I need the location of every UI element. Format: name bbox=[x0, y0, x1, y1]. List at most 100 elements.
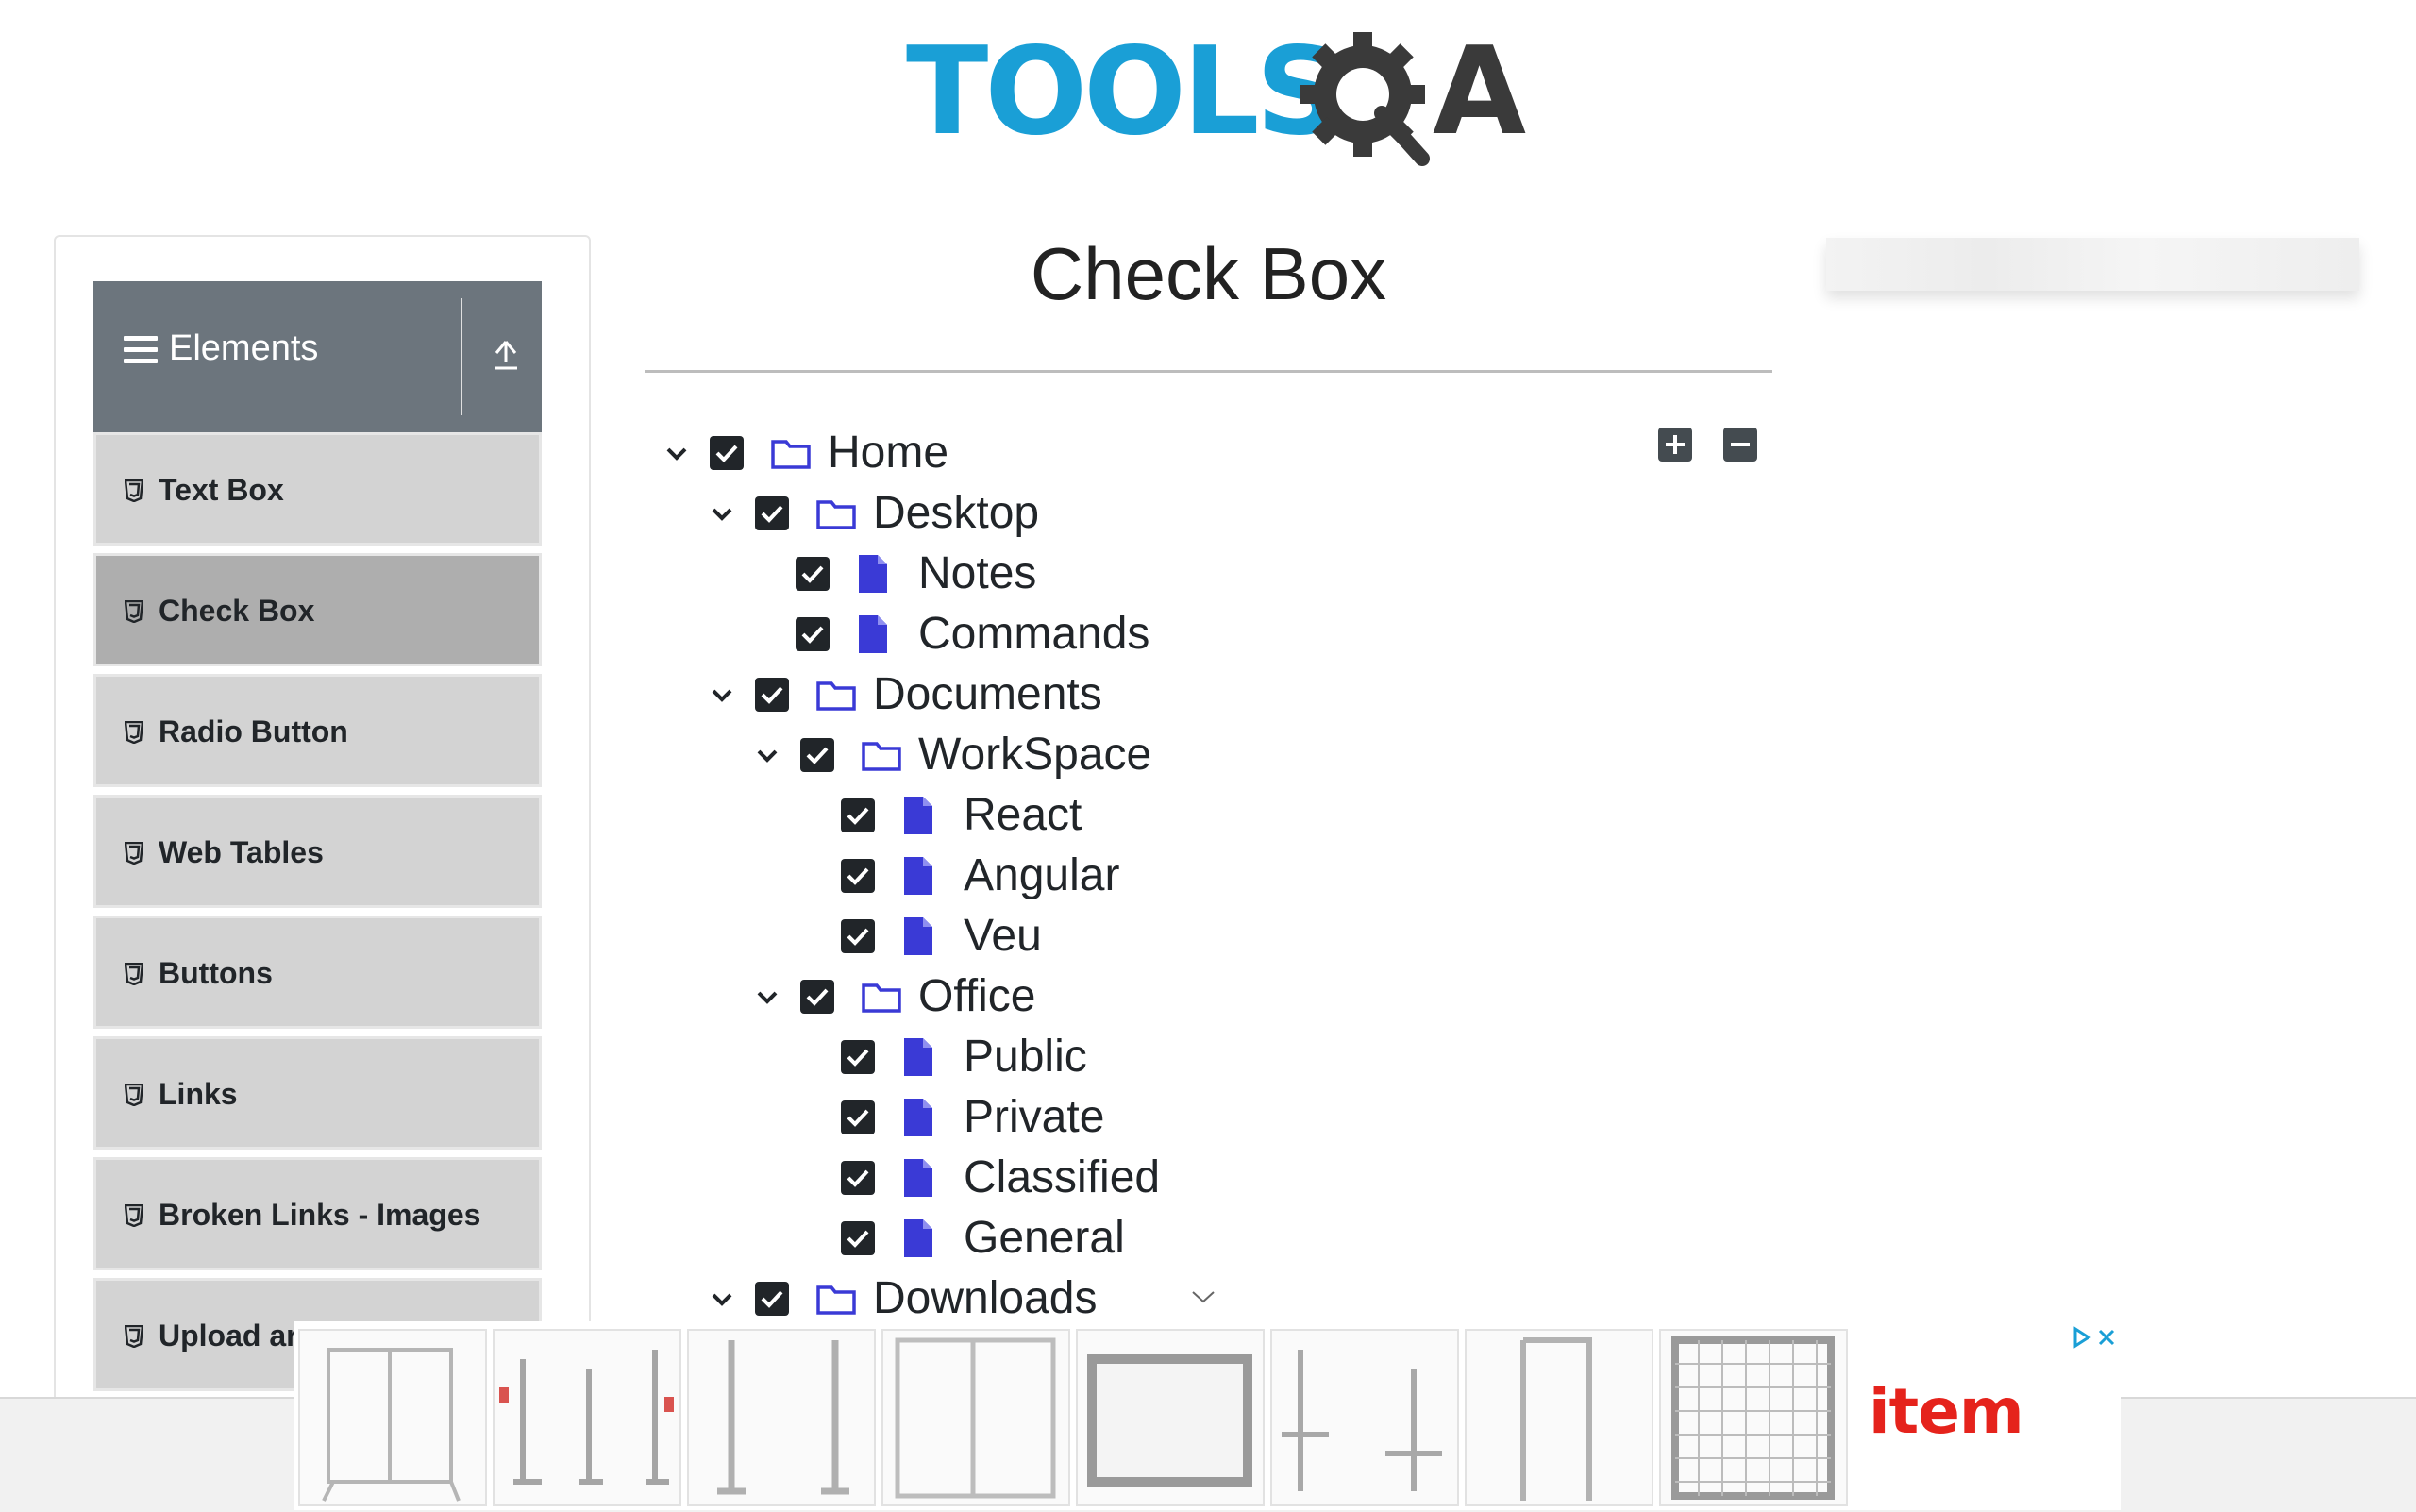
check-icon bbox=[801, 565, 824, 583]
elements-group-header[interactable]: Elements bbox=[93, 281, 542, 432]
sidebar-item-label: Upload ar bbox=[159, 1319, 298, 1352]
minus-icon bbox=[1731, 443, 1750, 446]
chevron-down-icon[interactable] bbox=[753, 983, 781, 1012]
sidebar-item-label: Buttons bbox=[159, 956, 273, 990]
page-title: Check Box bbox=[1030, 232, 1387, 315]
checkbox-checked[interactable] bbox=[755, 496, 789, 530]
tree-node-label: Documents bbox=[873, 669, 1102, 719]
check-icon bbox=[847, 1049, 869, 1067]
tree-node-label: Home bbox=[828, 428, 949, 478]
chevron-down-icon[interactable] bbox=[753, 742, 781, 770]
checkbox-checked[interactable] bbox=[800, 738, 834, 772]
ad-product-image[interactable] bbox=[1270, 1329, 1459, 1506]
plus-icon bbox=[1666, 435, 1685, 454]
product-stand-icon bbox=[499, 1350, 674, 1485]
folder-icon bbox=[816, 500, 856, 529]
check-icon bbox=[847, 1109, 869, 1127]
sidebar-item-label: Web Tables bbox=[159, 835, 324, 869]
checkbox-checked[interactable] bbox=[841, 798, 875, 832]
product-mesh-panel-icon bbox=[1671, 1336, 1835, 1500]
file-icon bbox=[904, 917, 932, 955]
chevron-down-icon[interactable] bbox=[663, 440, 691, 468]
check-icon bbox=[847, 867, 869, 885]
product-frame-icon bbox=[1087, 1354, 1252, 1487]
ad-product-image[interactable] bbox=[881, 1329, 1070, 1506]
sidebar-item-radio-button[interactable]: Radio Button bbox=[93, 674, 542, 787]
collapse-arrow-icon[interactable] bbox=[492, 336, 520, 374]
sidebar-item-label: Check Box bbox=[159, 594, 315, 628]
product-workstation-icon bbox=[1282, 1350, 1442, 1491]
file-icon bbox=[904, 1099, 932, 1136]
sidebar-item-links[interactable]: Links bbox=[93, 1036, 542, 1150]
check-icon bbox=[806, 747, 829, 764]
folder-icon bbox=[816, 1285, 856, 1315]
product-grid-panel-icon bbox=[895, 1337, 1056, 1499]
sidebar-item-buttons[interactable]: Buttons bbox=[93, 916, 542, 1029]
checkbox-checked[interactable] bbox=[841, 859, 875, 893]
scroll-down-chevron-icon[interactable] bbox=[1191, 1289, 1216, 1304]
product-glass-panel-icon bbox=[322, 1348, 461, 1502]
ad-banner-top[interactable] bbox=[1826, 238, 2359, 291]
logo-text: TOOLS bbox=[906, 22, 1343, 162]
sidebar-item-text-box[interactable]: Text Box bbox=[93, 432, 542, 546]
checkbox-checked[interactable] bbox=[755, 678, 789, 712]
checkbox-checked[interactable] bbox=[841, 919, 875, 953]
checkbox-checked[interactable] bbox=[841, 1221, 875, 1255]
checkbox-checked[interactable] bbox=[710, 436, 744, 470]
tree-node-label: Private bbox=[964, 1092, 1105, 1142]
html5-icon bbox=[125, 721, 143, 744]
check-icon bbox=[761, 505, 783, 523]
html5-icon bbox=[125, 963, 143, 985]
checkbox-checked[interactable] bbox=[796, 557, 830, 591]
tree-node-label: Downloads bbox=[873, 1273, 1098, 1323]
site-logo[interactable]: TOOLS A bbox=[906, 22, 1526, 177]
expand-all-button[interactable] bbox=[1658, 428, 1692, 462]
ad-product-image[interactable] bbox=[687, 1329, 876, 1506]
sidebar-item-label: Radio Button bbox=[159, 714, 348, 748]
chevron-down-icon[interactable] bbox=[708, 1285, 736, 1314]
ad-product-image[interactable] bbox=[1076, 1329, 1265, 1506]
chevron-down-icon[interactable] bbox=[708, 681, 736, 710]
html5-icon bbox=[125, 842, 143, 865]
ad-banner-bottom[interactable] bbox=[294, 1321, 2121, 1510]
checkbox-checked[interactable] bbox=[755, 1282, 789, 1316]
ad-product-image[interactable] bbox=[1659, 1329, 1848, 1506]
html5-icon bbox=[125, 1084, 143, 1106]
file-icon bbox=[859, 555, 887, 593]
ad-brand-logo[interactable]: item bbox=[1869, 1375, 2024, 1448]
tree-node-label: Classified bbox=[964, 1152, 1161, 1202]
checkbox-checked[interactable] bbox=[796, 617, 830, 651]
collapse-all-button[interactable] bbox=[1723, 428, 1757, 462]
check-icon bbox=[806, 988, 829, 1006]
sidebar-item-broken-links[interactable]: Broken Links - Images bbox=[93, 1157, 542, 1270]
sidebar-item-web-tables[interactable]: Web Tables bbox=[93, 795, 542, 908]
sidebar-item-label: Broken Links - Images bbox=[159, 1198, 481, 1232]
tree-node-label: Public bbox=[964, 1032, 1087, 1082]
ad-product-image[interactable] bbox=[298, 1329, 487, 1506]
checkbox-checked[interactable] bbox=[800, 980, 834, 1014]
file-icon bbox=[904, 1219, 932, 1257]
html5-icon bbox=[125, 600, 143, 623]
title-divider bbox=[645, 370, 1772, 373]
check-icon bbox=[847, 807, 869, 825]
folder-icon bbox=[771, 440, 811, 469]
group-title: Elements bbox=[169, 328, 319, 368]
ad-product-image[interactable] bbox=[493, 1329, 681, 1506]
checkbox-checked[interactable] bbox=[841, 1100, 875, 1134]
chevron-down-icon[interactable] bbox=[708, 500, 736, 529]
file-icon bbox=[904, 857, 932, 895]
checkbox-checked[interactable] bbox=[841, 1040, 875, 1074]
sidebar-menu: Text Box Check Box Radio Button Web Tabl… bbox=[93, 432, 542, 1399]
ad-product-image[interactable] bbox=[1465, 1329, 1653, 1506]
sidebar-item-check-box[interactable]: Check Box bbox=[93, 553, 542, 666]
tree-node-label: Office bbox=[918, 971, 1036, 1021]
folder-icon bbox=[816, 681, 856, 711]
adchoices-close-icon[interactable] bbox=[2070, 1325, 2119, 1350]
file-icon bbox=[904, 1159, 932, 1197]
html5-icon bbox=[125, 1204, 143, 1227]
tree-node-label: Veu bbox=[964, 911, 1042, 961]
tree-node-label: General bbox=[964, 1213, 1125, 1263]
html5-icon bbox=[125, 479, 143, 502]
check-icon bbox=[847, 1230, 869, 1248]
checkbox-checked[interactable] bbox=[841, 1161, 875, 1195]
